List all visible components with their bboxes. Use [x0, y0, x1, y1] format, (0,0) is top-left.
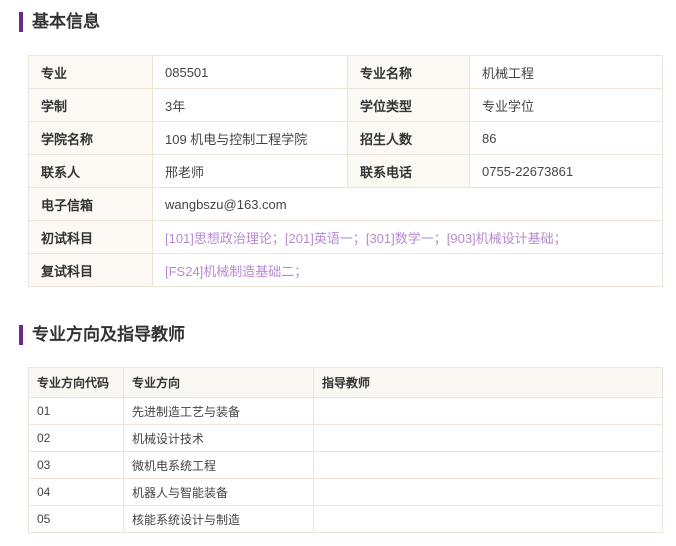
- degree-type-label: 学位类型: [347, 88, 470, 122]
- enrollment-label: 招生人数: [347, 121, 470, 155]
- table-row: 02 机械设计技术: [28, 424, 663, 452]
- email-label: 电子信箱: [28, 187, 153, 221]
- direction-code: 04: [28, 478, 124, 506]
- direction-advisor: [313, 505, 663, 533]
- header-direction-code: 专业方向代码: [28, 367, 124, 398]
- table-row: 复试科目 [FS24]机械制造基础二；: [28, 253, 663, 287]
- direction-code: 05: [28, 505, 124, 533]
- table-row: 学院名称 109 机电与控制工程学院 招生人数 86: [28, 121, 663, 155]
- table-row: 电子信箱 wangbszu@163.com: [28, 187, 663, 221]
- prelim-subjects-label: 初试科目: [28, 220, 153, 254]
- college-label: 学院名称: [28, 121, 153, 155]
- table-header-row: 专业方向代码 专业方向 指导教师: [28, 367, 663, 398]
- degree-type-value: 专业学位: [469, 88, 663, 122]
- direction-advisor: [313, 478, 663, 506]
- basic-info-table: 专业 085501 专业名称 机械工程 学制 3年 学位类型 专业学位 学院名称…: [28, 55, 663, 287]
- retest-subjects-label: 复试科目: [28, 253, 153, 287]
- basic-info-title: 基本信息: [19, 12, 100, 32]
- directions-table: 专业方向代码 专业方向 指导教师 01 先进制造工艺与装备 02 机械设计技术 …: [28, 367, 663, 533]
- table-row: 学制 3年 学位类型 专业学位: [28, 88, 663, 122]
- direction-code: 01: [28, 397, 124, 425]
- major-name-label: 专业名称: [347, 55, 470, 89]
- duration-value: 3年: [152, 88, 348, 122]
- contact-value: 邢老师: [152, 154, 348, 188]
- direction-code: 03: [28, 451, 124, 479]
- direction-name: 核能系统设计与制造: [123, 505, 314, 533]
- phone-value: 0755-22673861: [469, 154, 663, 188]
- direction-name: 机器人与智能装备: [123, 478, 314, 506]
- header-direction-name: 专业方向: [123, 367, 314, 398]
- header-advisor: 指导教师: [313, 367, 663, 398]
- college-value: 109 机电与控制工程学院: [152, 121, 348, 155]
- table-row: 05 核能系统设计与制造: [28, 505, 663, 533]
- table-row: 初试科目 [101]思想政治理论；[201]英语一；[301]数学一；[903]…: [28, 220, 663, 254]
- table-row: 04 机器人与智能装备: [28, 478, 663, 506]
- major-name-value: 机械工程: [469, 55, 663, 89]
- directions-title: 专业方向及指导教师: [19, 325, 185, 345]
- enrollment-value: 86: [469, 121, 663, 155]
- major-value: 085501: [152, 55, 348, 89]
- table-row: 联系人 邢老师 联系电话 0755-22673861: [28, 154, 663, 188]
- table-row: 01 先进制造工艺与装备: [28, 397, 663, 425]
- direction-name: 先进制造工艺与装备: [123, 397, 314, 425]
- table-row: 专业 085501 专业名称 机械工程: [28, 55, 663, 89]
- direction-advisor: [313, 397, 663, 425]
- table-row: 03 微机电系统工程: [28, 451, 663, 479]
- phone-label: 联系电话: [347, 154, 470, 188]
- direction-name: 机械设计技术: [123, 424, 314, 452]
- email-value: wangbszu@163.com: [152, 187, 663, 221]
- direction-advisor: [313, 424, 663, 452]
- direction-name: 微机电系统工程: [123, 451, 314, 479]
- retest-subjects-link[interactable]: [FS24]机械制造基础二；: [152, 253, 663, 287]
- direction-code: 02: [28, 424, 124, 452]
- prelim-subjects-link[interactable]: [101]思想政治理论；[201]英语一；[301]数学一；[903]机械设计基…: [152, 220, 663, 254]
- direction-advisor: [313, 451, 663, 479]
- major-label: 专业: [28, 55, 153, 89]
- contact-label: 联系人: [28, 154, 153, 188]
- duration-label: 学制: [28, 88, 153, 122]
